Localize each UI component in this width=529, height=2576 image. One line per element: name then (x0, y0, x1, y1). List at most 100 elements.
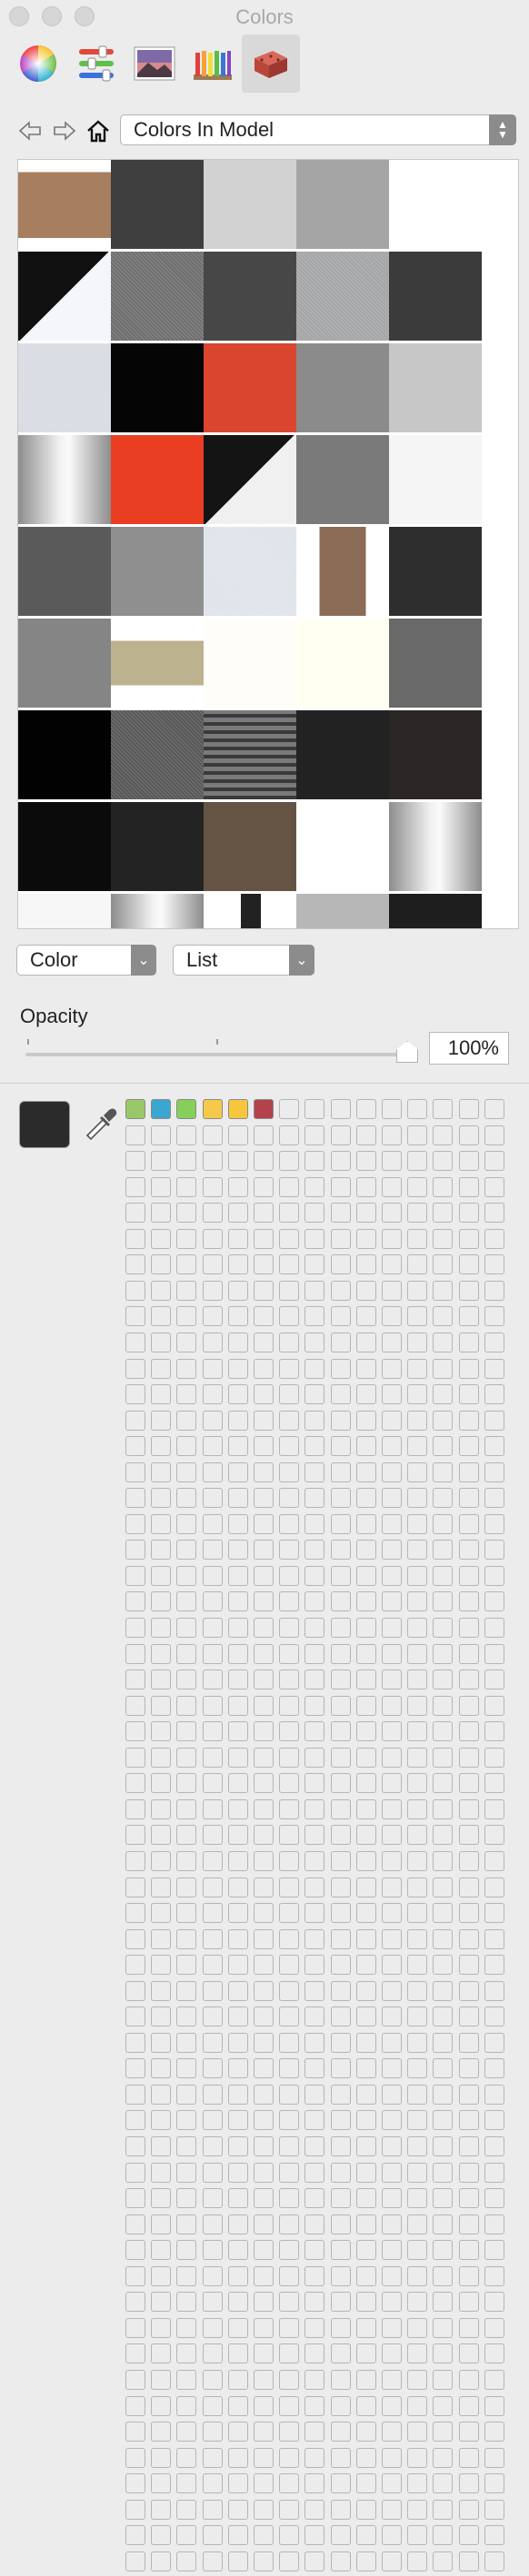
swatch-cell[interactable] (176, 2551, 196, 2571)
swatch-cell[interactable] (484, 2085, 504, 2105)
swatch-cell[interactable] (382, 1903, 402, 1923)
swatch-cell[interactable] (484, 2188, 504, 2208)
swatch-cell[interactable] (151, 1696, 171, 1716)
swatch-cell[interactable] (254, 2214, 274, 2234)
swatch-cell[interactable] (203, 1591, 223, 1611)
swatch-cell[interactable] (459, 1177, 479, 1197)
swatch-cell[interactable] (356, 2422, 376, 2442)
swatch-cell[interactable] (228, 2525, 248, 2545)
swatch-cell[interactable] (407, 1748, 427, 1768)
swatch-cell[interactable] (382, 2188, 402, 2208)
material-thumbnail[interactable] (204, 710, 296, 799)
swatch-cell[interactable] (382, 1359, 402, 1379)
swatch-cell[interactable] (228, 1514, 248, 1534)
swatch-cell[interactable] (331, 2473, 351, 2493)
material-thumbnail[interactable] (204, 435, 296, 524)
swatch-cell[interactable] (356, 2343, 376, 2363)
swatch-cell[interactable] (382, 1955, 402, 1975)
swatch-cell[interactable] (228, 2188, 248, 2208)
swatch-cell[interactable] (254, 1929, 274, 1949)
swatch-cell[interactable] (254, 1981, 274, 2001)
swatch-cell[interactable] (176, 2422, 196, 2442)
swatch-cell[interactable] (484, 2110, 504, 2130)
swatch-cell[interactable] (459, 1333, 479, 1352)
swatch-cell[interactable] (382, 2422, 402, 2442)
swatch-cell[interactable] (459, 1721, 479, 1741)
swatch-cell[interactable] (151, 2551, 171, 2571)
swatch-cell[interactable] (254, 2163, 274, 2183)
swatch-cell[interactable] (125, 2500, 145, 2520)
swatch-cell[interactable] (176, 2188, 196, 2208)
swatch-cell[interactable] (433, 2110, 453, 2130)
swatch-cell[interactable] (203, 1099, 223, 1119)
swatch-cell[interactable] (407, 2085, 427, 2105)
swatch-cell[interactable] (279, 2525, 299, 2545)
swatch-cell[interactable] (279, 2396, 299, 2416)
material-thumbnail[interactable] (389, 619, 482, 708)
swatch-cell[interactable] (254, 1488, 274, 1508)
swatch-cell[interactable] (254, 2240, 274, 2260)
swatch-cell[interactable] (203, 1618, 223, 1638)
swatch-cell[interactable] (382, 1540, 402, 1560)
swatch-cell[interactable] (433, 1748, 453, 1768)
swatch-cell[interactable] (304, 1981, 324, 2001)
swatch-cell[interactable] (203, 2370, 223, 2390)
swatch-cell[interactable] (331, 1929, 351, 1949)
swatch-cell[interactable] (331, 1644, 351, 1664)
swatch-cell[interactable] (254, 1411, 274, 1431)
swatch-cell[interactable] (228, 1748, 248, 1768)
swatch-cell[interactable] (356, 2473, 376, 2493)
swatch-cell[interactable] (228, 1151, 248, 1171)
swatch-cell[interactable] (125, 2292, 145, 2312)
opacity-value-field[interactable]: 100% (429, 1032, 509, 1065)
swatch-cell[interactable] (433, 2551, 453, 2571)
swatch-cell[interactable] (125, 1669, 145, 1689)
swatch-cell[interactable] (331, 2240, 351, 2260)
swatch-cell[interactable] (304, 1436, 324, 1456)
swatch-cell[interactable] (484, 1799, 504, 1819)
swatch-cell[interactable] (459, 1851, 479, 1871)
swatch-cell[interactable] (125, 1229, 145, 1249)
swatch-cell[interactable] (228, 2240, 248, 2260)
swatch-cell[interactable] (407, 2006, 427, 2026)
material-thumbnail[interactable] (18, 894, 111, 928)
swatch-cell[interactable] (484, 2266, 504, 2286)
swatch-cell[interactable] (407, 1462, 427, 1482)
swatch-cell[interactable] (203, 1333, 223, 1352)
swatch-cell[interactable] (228, 2318, 248, 2338)
swatch-cell[interactable] (356, 2214, 376, 2234)
swatch-cell[interactable] (176, 2448, 196, 2468)
swatch-cell[interactable] (484, 1644, 504, 1664)
swatch-cell[interactable] (382, 2343, 402, 2363)
swatch-cell[interactable] (484, 2500, 504, 2520)
swatch-cell[interactable] (459, 1514, 479, 1534)
swatch-cell[interactable] (125, 2422, 145, 2442)
swatch-cell[interactable] (304, 2214, 324, 2234)
swatch-cell[interactable] (176, 1903, 196, 1923)
swatch-cell[interactable] (407, 1177, 427, 1197)
swatch-cell[interactable] (459, 1411, 479, 1431)
swatch-cell[interactable] (254, 1177, 274, 1197)
swatch-cell[interactable] (331, 1488, 351, 1508)
swatch-cell[interactable] (331, 1254, 351, 1274)
swatch-cell[interactable] (304, 1644, 324, 1664)
swatch-cell[interactable] (228, 1929, 248, 1949)
swatch-cell[interactable] (203, 2448, 223, 2468)
swatch-cell[interactable] (254, 2525, 274, 2545)
swatch-cell[interactable] (151, 2473, 171, 2493)
swatch-cell[interactable] (407, 1644, 427, 1664)
swatch-cell[interactable] (151, 1229, 171, 1249)
swatch-cell[interactable] (228, 1721, 248, 1741)
swatch-cell[interactable] (176, 1254, 196, 1274)
swatch-cell[interactable] (304, 1773, 324, 1793)
swatch-cell[interactable] (382, 2396, 402, 2416)
swatch-cell[interactable] (176, 1203, 196, 1223)
swatch-cell[interactable] (203, 1878, 223, 1897)
swatch-cell[interactable] (433, 2214, 453, 2234)
swatch-cell[interactable] (433, 2343, 453, 2363)
swatch-cell[interactable] (331, 2525, 351, 2545)
swatch-cell[interactable] (433, 1306, 453, 1326)
swatch-cell[interactable] (331, 2006, 351, 2026)
swatch-cell[interactable] (151, 2370, 171, 2390)
swatch-cell[interactable] (433, 2058, 453, 2078)
